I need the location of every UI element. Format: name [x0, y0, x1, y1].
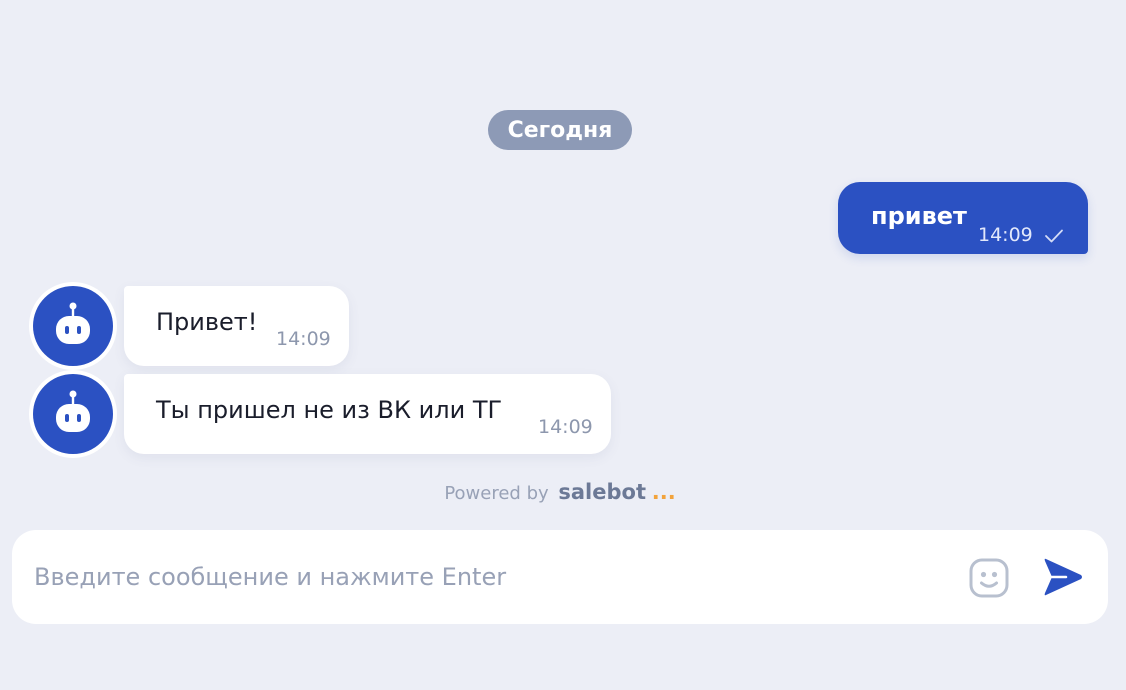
powered-prefix: Powered by	[444, 483, 549, 504]
message-text: Ты пришел не из ВК или ТГ	[156, 396, 503, 424]
outgoing-message: привет 14:09	[838, 182, 1088, 254]
bot-avatar	[33, 286, 113, 366]
brand-dots: ...	[651, 480, 676, 504]
message-text: привет	[871, 202, 967, 230]
message-time: 14:09	[978, 224, 1033, 246]
robot-icon	[56, 302, 90, 344]
send-icon[interactable]	[1042, 555, 1084, 599]
incoming-message: Привет! 14:09	[124, 286, 349, 366]
message-time: 14:09	[538, 416, 593, 438]
message-text: Привет!	[156, 308, 258, 336]
bot-avatar	[33, 374, 113, 454]
powered-by: Powered by salebot ...	[0, 480, 1120, 504]
date-separator: Сегодня	[488, 110, 632, 150]
check-icon	[1045, 229, 1063, 243]
brand-link[interactable]: salebot	[558, 480, 646, 504]
message-time: 14:09	[276, 328, 331, 350]
emoji-icon[interactable]	[968, 557, 1010, 599]
message-input[interactable]	[34, 550, 934, 604]
incoming-message: Ты пришел не из ВК или ТГ 14:09	[124, 374, 611, 454]
robot-icon	[56, 390, 90, 432]
message-composer	[12, 530, 1108, 624]
